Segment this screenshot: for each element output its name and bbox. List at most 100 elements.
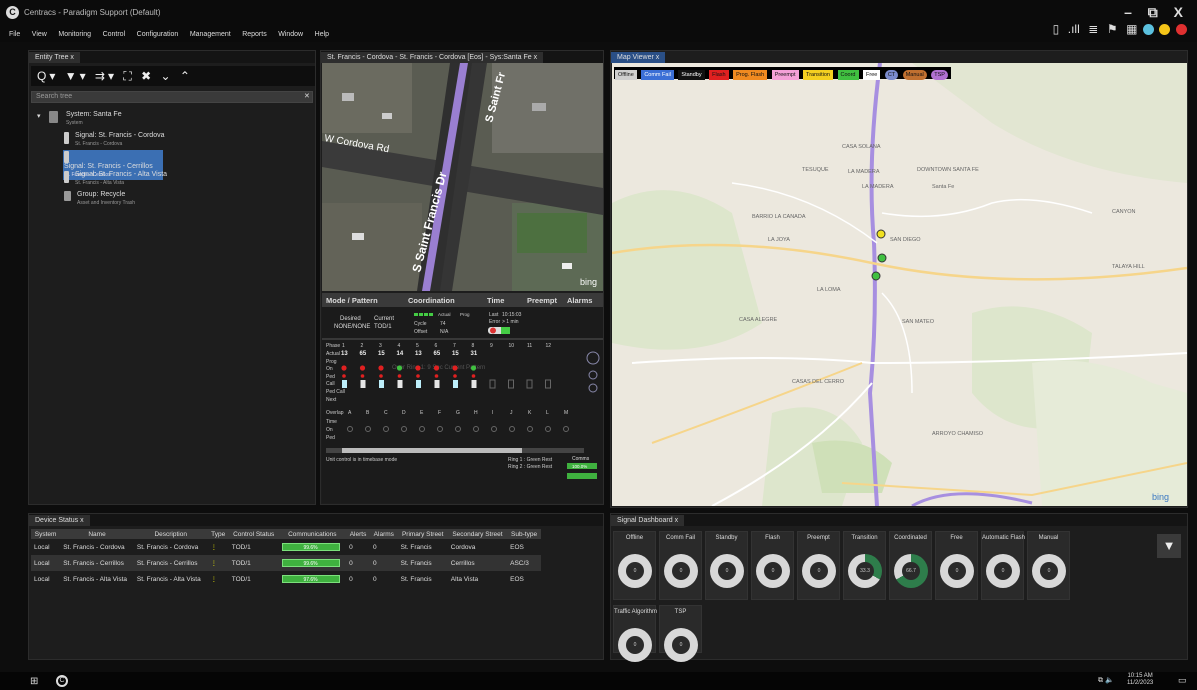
menu-bar: File View Monitoring Control Configurati… — [0, 28, 1197, 42]
menu-monitoring[interactable]: Monitoring — [58, 28, 91, 42]
col-alerts[interactable]: Alerts — [346, 529, 370, 539]
menu-configuration[interactable]: Configuration — [137, 28, 179, 42]
phase-actual: 13 — [415, 351, 422, 357]
signal-marker-alta-vista — [871, 271, 881, 281]
status-dot-teal[interactable] — [1142, 23, 1154, 35]
entity-tree-tab[interactable]: Entity Tree x — [29, 52, 80, 63]
overlap-letter: E — [420, 410, 424, 416]
zoom-icon — [586, 351, 600, 365]
legend-standby[interactable]: Standby — [678, 70, 705, 80]
menu-view[interactable]: View — [32, 28, 47, 42]
status-dot-yellow[interactable] — [1159, 23, 1171, 35]
col-type[interactable]: Type — [207, 529, 229, 539]
tree-item-alta-vista[interactable]: Signal: St. Francis - Alta Vista St. Fran… — [63, 170, 193, 188]
col-description[interactable]: Description — [133, 529, 208, 539]
search-tree-input[interactable]: Search tree — [31, 91, 313, 103]
col-control-status[interactable]: Control Status — [228, 529, 279, 539]
legend-manual[interactable]: Manual — [902, 70, 927, 80]
overlap-letter: J — [510, 410, 513, 416]
ped-indicator — [453, 374, 457, 378]
col-secondary-street[interactable]: Secondary Street — [447, 529, 508, 539]
device-status-tab[interactable]: Device Status x — [29, 515, 90, 526]
signal-dashboard-tab[interactable]: Signal Dashboard x — [611, 515, 685, 526]
col-subtype[interactable]: Sub-type — [507, 529, 541, 539]
table-row[interactable]: Local St. Francis - Cerrillos St. Franci… — [31, 555, 541, 571]
start-icon[interactable]: ⊞ — [30, 676, 38, 687]
gauge-tsp[interactable]: TSP 0 — [659, 605, 702, 662]
gauge-donut: 0 — [986, 554, 1020, 588]
gauge-offline[interactable]: Offline 0 — [613, 531, 656, 600]
phase-actual: 65 — [360, 351, 367, 357]
filter-icon[interactable]: ▼ — [1157, 534, 1181, 558]
legend-offline[interactable]: Offline — [615, 70, 637, 80]
legend-tsp[interactable]: TSP — [931, 70, 948, 80]
legend-preempt[interactable]: Preempt — [771, 70, 799, 80]
gauge-coordinated[interactable]: Coordinated 66.7 — [889, 531, 932, 600]
gauge-comm-fail[interactable]: Comm Fail 0 — [659, 531, 702, 600]
calendar-icon[interactable]: ▦ — [1126, 22, 1137, 36]
legend-transition[interactable]: Transition — [803, 70, 833, 80]
table-row[interactable]: Local St. Francis - Cordova St. Francis … — [31, 539, 541, 555]
col-alarms[interactable]: Alarms — [369, 529, 398, 539]
legend-comm-fail[interactable]: Comm Fail — [641, 70, 674, 80]
database-icon[interactable]: ≣ — [1088, 22, 1098, 36]
device-icon[interactable]: ▯ — [1053, 22, 1060, 36]
tree-expand-icon[interactable]: ▾ — [37, 113, 41, 121]
menu-management[interactable]: Management — [190, 28, 231, 42]
tree-item-cordova[interactable]: Signal: St. Francis - Cordova St. Francis… — [63, 131, 193, 149]
col-primary-street[interactable]: Primary Street — [397, 529, 448, 539]
clock[interactable]: 10:15 AM 11/2/2023 — [1127, 673, 1153, 687]
notification-icon[interactable]: ▭ — [1178, 675, 1187, 686]
gauge-free[interactable]: Free 0 — [935, 531, 978, 600]
phase-actual: 13 — [341, 351, 348, 357]
legend-ct[interactable]: CT — [884, 70, 899, 80]
gauge-transition[interactable]: Transition 33.3 — [843, 531, 886, 600]
menu-reports[interactable]: Reports — [242, 28, 267, 42]
phase-number: 10 — [509, 343, 515, 349]
legend-free[interactable]: Free — [863, 70, 881, 80]
gauge-preempt[interactable]: Preempt 0 — [797, 531, 840, 600]
search-clear-icon[interactable]: ✕ — [304, 92, 310, 100]
gauge-standby[interactable]: Standby 0 — [705, 531, 748, 600]
signal-strength-icon[interactable]: .ıll — [1068, 22, 1080, 36]
phase-on-indicator — [378, 365, 384, 371]
phase-actual: 15 — [452, 351, 459, 357]
entity-tree-toolbar[interactable]: Q▾ ▼▾ ⇉▾ ⛶ ✖ ⌄ ⌃ — [31, 66, 315, 86]
map-viewer-tab[interactable]: Map Viewer x — [611, 52, 666, 63]
aerial-map[interactable]: W Cordova Rd S Saint Francis Dr S Saint … — [322, 63, 603, 291]
gauge-flash[interactable]: Flash 0 — [751, 531, 794, 600]
tree-root-system[interactable]: System: Santa Fe System — [49, 111, 122, 127]
col-system[interactable]: System — [31, 529, 61, 539]
gauge-label: Transition — [851, 535, 878, 541]
signal-detail-panel: St. Francis - Cordova - St. Francis - Co… — [320, 50, 604, 505]
gauge-label: TSP — [674, 609, 687, 615]
gauge-label: Standby — [715, 535, 738, 541]
status-dot-red[interactable] — [1176, 23, 1187, 35]
tree-item-recycle[interactable]: Group: Recycle Asset and Inventory Trash — [63, 190, 193, 208]
signal-detail-tab[interactable]: St. Francis - Cordova - St. Francis - Co… — [321, 52, 544, 63]
table-row[interactable]: Local St. Francis - Alta Vista St. Franc… — [31, 571, 541, 587]
gauge-traffic-algorithm[interactable]: Traffic Algorithm 0 — [613, 605, 657, 662]
ped-indicator — [471, 374, 476, 378]
menu-control[interactable]: Control — [103, 28, 126, 42]
legend-flash[interactable]: Flash — [709, 70, 729, 80]
legend-coord[interactable]: Coord — [837, 70, 859, 80]
col-name[interactable]: Name — [60, 529, 134, 539]
app-taskbar-icon[interactable]: C — [56, 675, 68, 687]
legend-prog-flash[interactable]: Prog. Flash — [733, 70, 768, 80]
type-icon: ⋮ — [210, 544, 218, 551]
svg-text:CANYON: CANYON — [1112, 209, 1136, 215]
col-communications[interactable]: Communications — [278, 529, 347, 539]
overlap-indicator — [437, 426, 443, 432]
gauge-manual[interactable]: Manual 0 — [1027, 531, 1070, 600]
menu-help[interactable]: Help — [315, 28, 329, 42]
window-controls[interactable]: – ⧉ X — [1124, 4, 1189, 21]
map-area[interactable]: LA JOYA SAN MATEO CASA ALEGRE CASAS DEL … — [612, 63, 1187, 506]
tray-icons[interactable]: ⧉ 🔈 — [1098, 676, 1114, 685]
svg-text:SAN DIEGO: SAN DIEGO — [890, 237, 921, 243]
menu-window[interactable]: Window — [278, 28, 303, 42]
menu-file[interactable]: File — [9, 28, 20, 42]
svg-text:Santa Fe: Santa Fe — [932, 184, 954, 190]
flag-icon[interactable]: ⚑ — [1107, 22, 1118, 36]
gauge-automatic-flash[interactable]: Automatic Flash 0 — [981, 531, 1025, 600]
